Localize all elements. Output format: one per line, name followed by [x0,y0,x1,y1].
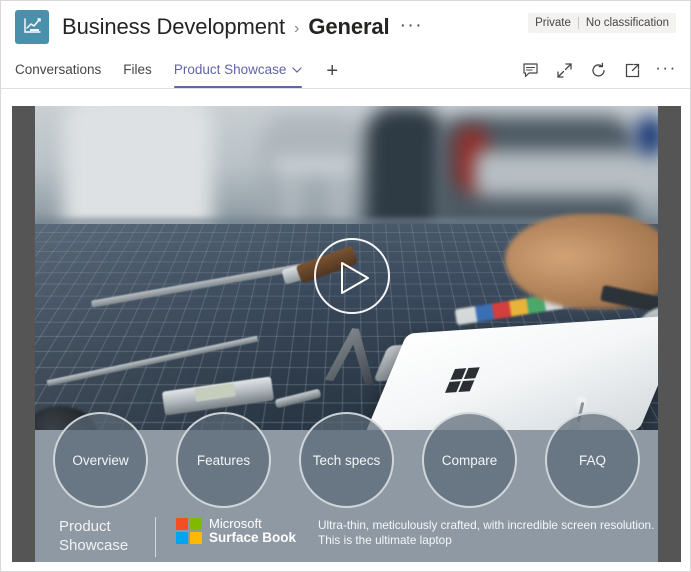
nav-circle-faq[interactable]: FAQ [545,412,640,508]
product-description: Ultra-thin, meticulously crafted, with i… [318,517,654,548]
nav-circle-tech-specs[interactable]: Tech specs [299,412,394,508]
nav-circle-overview[interactable]: Overview [53,412,148,508]
channel-header: Business Development › General ··· Priva… [1,1,690,53]
expand-icon[interactable] [550,57,578,85]
channel-tab-bar: Conversations Files Product Showcase + ·… [1,53,690,89]
more-options-icon[interactable]: ··· [652,57,680,85]
nav-circle-faq-label: FAQ [578,452,606,468]
nav-circle-tech-specs-label: Tech specs [312,452,381,468]
showcase-brand-title-line1: Product [59,518,111,535]
channel-toolbar: ··· [516,53,680,88]
nav-circle-compare-label: Compare [441,452,498,468]
showcase-nav-circles: Overview Features Tech specs Compare FAQ [35,412,658,508]
chevron-down-icon[interactable] [292,61,302,76]
microsoft-brand: Microsoft Surface Book [176,517,296,544]
microsoft-logo-icon [176,517,202,544]
teams-channel-window: Business Development › General ··· Priva… [0,0,691,572]
scene-blur-blue-object [635,116,658,156]
play-button[interactable] [314,238,390,314]
tab-files[interactable]: Files [123,53,152,88]
product-showcase-app: Overview Features Tech specs Compare FAQ… [12,106,681,562]
tab-product-showcase[interactable]: Product Showcase [173,53,303,88]
classification-badge: Private No classification [528,13,676,33]
scene-blur-metal-bar [475,151,658,196]
channel-more-options-icon[interactable]: ··· [400,16,423,35]
privacy-label: Private [535,17,571,29]
tab-files-label: Files [123,62,152,77]
showcase-footer: Product Showcase Microsoft Surface Book … [35,511,658,562]
breadcrumb-separator-icon: › [294,20,300,37]
breadcrumb-channel-name[interactable]: General [308,14,389,40]
hero-video-thumbnail[interactable] [35,106,658,436]
surface-book-wordmark: Surface Book [209,530,297,545]
breadcrumb: Business Development › General ··· [62,14,423,40]
tab-product-showcase-label: Product Showcase [173,62,287,77]
more-options-dots: ··· [655,57,677,77]
play-icon [341,262,369,294]
nav-circle-features-label: Features [196,452,251,468]
chart-icon [24,18,41,33]
footer-divider [155,517,156,557]
product-description-line2: This is the ultimate laptop [318,533,452,547]
team-avatar[interactable] [15,10,49,44]
classification-label: No classification [585,17,669,29]
add-tab-button[interactable]: + [326,61,338,81]
tab-conversations[interactable]: Conversations [15,53,101,88]
product-description-line1: Ultra-thin, meticulously crafted, with i… [318,518,655,532]
tab-conversations-label: Conversations [15,62,102,77]
microsoft-wordmark: Microsoft [209,516,262,531]
microsoft-brand-text: Microsoft Surface Book [209,517,296,544]
showcase-brand-title: Product Showcase [59,517,145,555]
nav-circle-compare[interactable]: Compare [422,412,517,508]
refresh-icon[interactable] [584,57,612,85]
nav-circle-overview-label: Overview [72,452,129,468]
chat-icon[interactable] [516,57,544,85]
breadcrumb-team-name[interactable]: Business Development [62,14,285,40]
badge-divider [577,17,579,29]
showcase-brand-title-line2: Showcase [59,537,129,554]
open-in-new-icon[interactable] [618,57,646,85]
nav-circle-features[interactable]: Features [176,412,271,508]
